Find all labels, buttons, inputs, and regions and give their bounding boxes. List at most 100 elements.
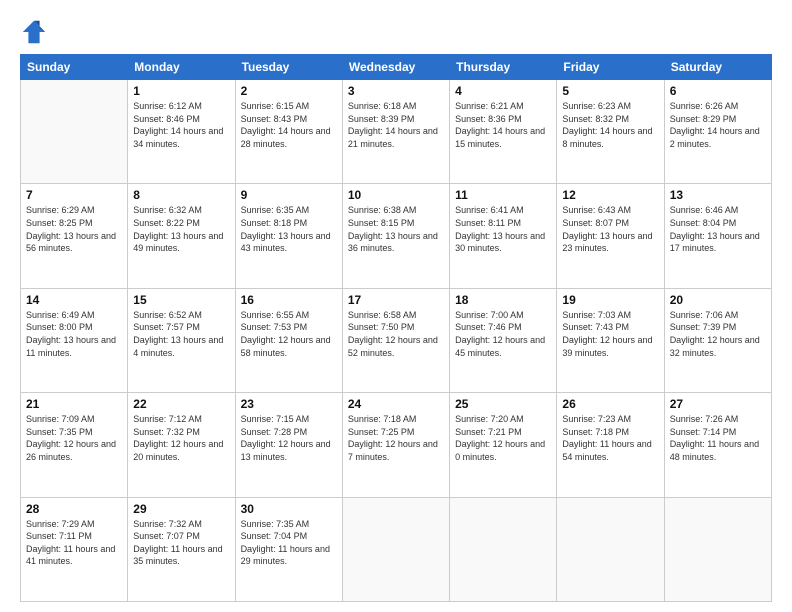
weekday-header-saturday: Saturday (664, 55, 771, 80)
day-info: Sunrise: 7:29 AM Sunset: 7:11 PM Dayligh… (26, 518, 122, 568)
sunset: Sunset: 7:43 PM (562, 321, 658, 334)
weekday-header-friday: Friday (557, 55, 664, 80)
sunrise: Sunrise: 6:43 AM (562, 204, 658, 217)
day-info: Sunrise: 6:32 AM Sunset: 8:22 PM Dayligh… (133, 204, 229, 254)
sunset: Sunset: 8:29 PM (670, 113, 766, 126)
day-number: 10 (348, 188, 444, 202)
daylight: Daylight: 13 hours and 56 minutes. (26, 230, 122, 255)
sunrise: Sunrise: 6:55 AM (241, 309, 337, 322)
sunrise: Sunrise: 6:49 AM (26, 309, 122, 322)
day-number: 23 (241, 397, 337, 411)
day-info: Sunrise: 6:41 AM Sunset: 8:11 PM Dayligh… (455, 204, 551, 254)
day-number: 9 (241, 188, 337, 202)
day-info: Sunrise: 7:26 AM Sunset: 7:14 PM Dayligh… (670, 413, 766, 463)
day-cell: 5 Sunrise: 6:23 AM Sunset: 8:32 PM Dayli… (557, 80, 664, 184)
day-info: Sunrise: 6:29 AM Sunset: 8:25 PM Dayligh… (26, 204, 122, 254)
day-cell: 14 Sunrise: 6:49 AM Sunset: 8:00 PM Dayl… (21, 288, 128, 392)
daylight: Daylight: 13 hours and 17 minutes. (670, 230, 766, 255)
day-cell: 2 Sunrise: 6:15 AM Sunset: 8:43 PM Dayli… (235, 80, 342, 184)
sunset: Sunset: 7:21 PM (455, 426, 551, 439)
daylight: Daylight: 14 hours and 15 minutes. (455, 125, 551, 150)
sunrise: Sunrise: 6:18 AM (348, 100, 444, 113)
day-info: Sunrise: 6:38 AM Sunset: 8:15 PM Dayligh… (348, 204, 444, 254)
day-cell: 18 Sunrise: 7:00 AM Sunset: 7:46 PM Dayl… (450, 288, 557, 392)
day-cell: 20 Sunrise: 7:06 AM Sunset: 7:39 PM Dayl… (664, 288, 771, 392)
sunrise: Sunrise: 6:15 AM (241, 100, 337, 113)
day-number: 5 (562, 84, 658, 98)
day-cell: 30 Sunrise: 7:35 AM Sunset: 7:04 PM Dayl… (235, 497, 342, 601)
day-info: Sunrise: 6:18 AM Sunset: 8:39 PM Dayligh… (348, 100, 444, 150)
day-info: Sunrise: 7:15 AM Sunset: 7:28 PM Dayligh… (241, 413, 337, 463)
daylight: Daylight: 11 hours and 48 minutes. (670, 438, 766, 463)
day-info: Sunrise: 6:26 AM Sunset: 8:29 PM Dayligh… (670, 100, 766, 150)
day-number: 24 (348, 397, 444, 411)
weekday-header-thursday: Thursday (450, 55, 557, 80)
daylight: Daylight: 12 hours and 26 minutes. (26, 438, 122, 463)
sunset: Sunset: 8:15 PM (348, 217, 444, 230)
day-number: 21 (26, 397, 122, 411)
day-cell: 23 Sunrise: 7:15 AM Sunset: 7:28 PM Dayl… (235, 393, 342, 497)
day-info: Sunrise: 7:35 AM Sunset: 7:04 PM Dayligh… (241, 518, 337, 568)
sunset: Sunset: 8:07 PM (562, 217, 658, 230)
page: SundayMondayTuesdayWednesdayThursdayFrid… (0, 0, 792, 612)
day-cell: 7 Sunrise: 6:29 AM Sunset: 8:25 PM Dayli… (21, 184, 128, 288)
day-info: Sunrise: 6:21 AM Sunset: 8:36 PM Dayligh… (455, 100, 551, 150)
day-cell: 15 Sunrise: 6:52 AM Sunset: 7:57 PM Dayl… (128, 288, 235, 392)
sunrise: Sunrise: 6:23 AM (562, 100, 658, 113)
day-cell (557, 497, 664, 601)
day-number: 30 (241, 502, 337, 516)
sunset: Sunset: 7:18 PM (562, 426, 658, 439)
weekday-header-wednesday: Wednesday (342, 55, 449, 80)
sunset: Sunset: 8:46 PM (133, 113, 229, 126)
sunrise: Sunrise: 6:29 AM (26, 204, 122, 217)
day-number: 12 (562, 188, 658, 202)
sunset: Sunset: 7:35 PM (26, 426, 122, 439)
sunset: Sunset: 8:25 PM (26, 217, 122, 230)
day-number: 13 (670, 188, 766, 202)
daylight: Daylight: 13 hours and 30 minutes. (455, 230, 551, 255)
day-number: 1 (133, 84, 229, 98)
day-number: 6 (670, 84, 766, 98)
sunrise: Sunrise: 6:38 AM (348, 204, 444, 217)
sunset: Sunset: 7:07 PM (133, 530, 229, 543)
sunrise: Sunrise: 6:41 AM (455, 204, 551, 217)
day-number: 26 (562, 397, 658, 411)
sunrise: Sunrise: 7:09 AM (26, 413, 122, 426)
sunrise: Sunrise: 6:58 AM (348, 309, 444, 322)
sunrise: Sunrise: 7:35 AM (241, 518, 337, 531)
day-cell: 1 Sunrise: 6:12 AM Sunset: 8:46 PM Dayli… (128, 80, 235, 184)
day-cell: 8 Sunrise: 6:32 AM Sunset: 8:22 PM Dayli… (128, 184, 235, 288)
day-number: 28 (26, 502, 122, 516)
sunset: Sunset: 7:39 PM (670, 321, 766, 334)
sunrise: Sunrise: 6:26 AM (670, 100, 766, 113)
sunrise: Sunrise: 6:12 AM (133, 100, 229, 113)
day-number: 20 (670, 293, 766, 307)
sunset: Sunset: 7:28 PM (241, 426, 337, 439)
daylight: Daylight: 11 hours and 35 minutes. (133, 543, 229, 568)
sunset: Sunset: 7:04 PM (241, 530, 337, 543)
day-cell: 25 Sunrise: 7:20 AM Sunset: 7:21 PM Dayl… (450, 393, 557, 497)
daylight: Daylight: 12 hours and 52 minutes. (348, 334, 444, 359)
day-info: Sunrise: 6:58 AM Sunset: 7:50 PM Dayligh… (348, 309, 444, 359)
day-number: 8 (133, 188, 229, 202)
daylight: Daylight: 14 hours and 8 minutes. (562, 125, 658, 150)
day-number: 18 (455, 293, 551, 307)
day-cell: 13 Sunrise: 6:46 AM Sunset: 8:04 PM Dayl… (664, 184, 771, 288)
day-info: Sunrise: 7:00 AM Sunset: 7:46 PM Dayligh… (455, 309, 551, 359)
header (20, 18, 772, 46)
weekday-header-sunday: Sunday (21, 55, 128, 80)
sunset: Sunset: 8:04 PM (670, 217, 766, 230)
daylight: Daylight: 12 hours and 20 minutes. (133, 438, 229, 463)
day-info: Sunrise: 7:32 AM Sunset: 7:07 PM Dayligh… (133, 518, 229, 568)
sunrise: Sunrise: 6:32 AM (133, 204, 229, 217)
sunrise: Sunrise: 7:03 AM (562, 309, 658, 322)
day-info: Sunrise: 6:43 AM Sunset: 8:07 PM Dayligh… (562, 204, 658, 254)
daylight: Daylight: 14 hours and 21 minutes. (348, 125, 444, 150)
sunset: Sunset: 8:22 PM (133, 217, 229, 230)
sunset: Sunset: 7:11 PM (26, 530, 122, 543)
day-cell: 26 Sunrise: 7:23 AM Sunset: 7:18 PM Dayl… (557, 393, 664, 497)
daylight: Daylight: 12 hours and 32 minutes. (670, 334, 766, 359)
sunset: Sunset: 7:46 PM (455, 321, 551, 334)
day-cell: 22 Sunrise: 7:12 AM Sunset: 7:32 PM Dayl… (128, 393, 235, 497)
day-info: Sunrise: 7:06 AM Sunset: 7:39 PM Dayligh… (670, 309, 766, 359)
